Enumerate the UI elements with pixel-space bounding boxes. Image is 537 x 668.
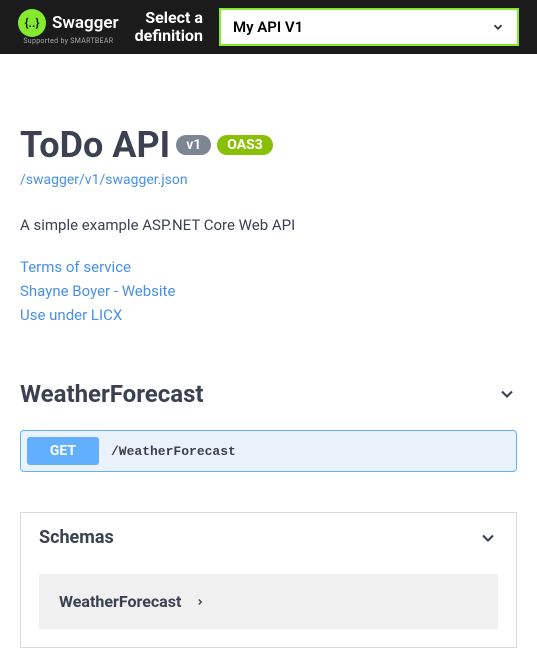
main-content: ToDo API v1 OAS3 /swagger/v1/swagger.jso… bbox=[0, 54, 537, 668]
chevron-down-icon bbox=[491, 20, 505, 34]
definition-select[interactable]: My API V1 bbox=[219, 8, 519, 46]
tag-name: WeatherForecast bbox=[20, 380, 204, 408]
operation-path: /WeatherForecast bbox=[111, 444, 236, 459]
terms-of-service-link[interactable]: Terms of service bbox=[20, 258, 517, 276]
schemas-section: Schemas WeatherForecast bbox=[20, 512, 517, 648]
tag-header[interactable]: WeatherForecast bbox=[20, 380, 517, 412]
brand-text: Swagger bbox=[52, 13, 119, 33]
schemas-header[interactable]: Schemas bbox=[21, 513, 516, 562]
definition-selected-value: My API V1 bbox=[233, 18, 303, 36]
version-badge: v1 bbox=[176, 135, 211, 155]
swagger-icon: {..} bbox=[18, 9, 46, 37]
brand-subtext: Supported by SMARTBEAR bbox=[23, 37, 113, 45]
swagger-json-link[interactable]: /swagger/v1/swagger.json bbox=[20, 172, 517, 188]
definition-label: Select a definition bbox=[135, 9, 203, 44]
api-description: A simple example ASP.NET Core Web API bbox=[20, 216, 517, 234]
schema-item-name: WeatherForecast bbox=[59, 592, 181, 611]
contact-link[interactable]: Shayne Boyer - Website bbox=[20, 282, 517, 300]
chevron-down-icon bbox=[478, 528, 498, 548]
http-method-badge: GET bbox=[27, 437, 99, 465]
chevron-down-icon bbox=[497, 384, 517, 404]
oas-badge: OAS3 bbox=[217, 135, 273, 155]
schema-item[interactable]: WeatherForecast bbox=[39, 574, 498, 629]
api-title: ToDo API v1 OAS3 bbox=[20, 124, 517, 166]
license-link[interactable]: Use under LICX bbox=[20, 306, 517, 324]
schemas-body: WeatherForecast bbox=[21, 562, 516, 647]
topbar: {..} Swagger Supported by SMARTBEAR Sele… bbox=[0, 0, 537, 54]
swagger-logo[interactable]: {..} Swagger Supported by SMARTBEAR bbox=[18, 9, 119, 45]
api-links: Terms of service Shayne Boyer - Website … bbox=[20, 258, 517, 324]
operation-block[interactable]: GET /WeatherForecast bbox=[20, 430, 517, 472]
chevron-right-icon bbox=[195, 597, 205, 607]
tag-section: WeatherForecast GET /WeatherForecast bbox=[20, 380, 517, 472]
schemas-title: Schemas bbox=[39, 527, 114, 548]
